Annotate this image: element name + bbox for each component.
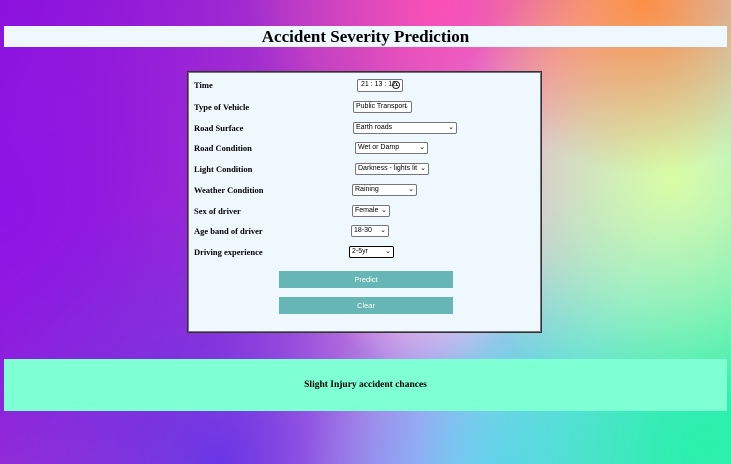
- driver-sex-label: Sex of driver: [194, 206, 241, 216]
- road-condition-label: Road Condition: [194, 143, 252, 153]
- road-surface-value: Earth roads: [356, 124, 393, 131]
- vehicle-type-label: Type of Vehicle: [194, 102, 250, 112]
- chevron-down-icon: ⌄: [381, 207, 387, 214]
- driver-age-band-label: Age band of driver: [194, 226, 263, 236]
- chevron-down-icon: ⌄: [448, 124, 454, 131]
- driver-sex-select[interactable]: Female ⌄: [352, 205, 390, 217]
- driver-age-band-value: 18-30: [354, 227, 372, 234]
- driver-sex-value: Female: [355, 207, 379, 214]
- vehicle-type-select[interactable]: Public Transport ⌄: [353, 101, 412, 113]
- time-value: 21 : 13 : 12: [361, 81, 397, 88]
- clock-icon[interactable]: [392, 81, 400, 89]
- clear-button[interactable]: Clear: [279, 297, 453, 314]
- page-title: Accident Severity Prediction: [4, 26, 727, 47]
- road-condition-select[interactable]: Wet or Damp ⌄: [355, 142, 428, 154]
- prediction-form: Time 21 : 13 : 12 Type of Vehicle Public…: [187, 71, 542, 333]
- chevron-down-icon: ⌄: [385, 248, 391, 255]
- driver-age-band-select[interactable]: 18-30 ⌄: [351, 225, 389, 237]
- driving-experience-value: 2-5yr: [352, 248, 368, 255]
- chevron-down-icon: ⌄: [408, 186, 414, 193]
- light-condition-label: Light Condition: [194, 164, 253, 174]
- chevron-down-icon: ⌄: [380, 227, 386, 234]
- chevron-down-icon: ⌄: [420, 165, 426, 172]
- road-surface-select[interactable]: Earth roads ⌄: [353, 122, 457, 134]
- weather-condition-value: Raining: [355, 186, 379, 193]
- prediction-result: Slight Injury accident chances: [4, 359, 727, 411]
- weather-condition-select[interactable]: Raining ⌄: [352, 184, 417, 196]
- chevron-down-icon: ⌄: [419, 144, 425, 151]
- road-condition-value: Wet or Damp: [358, 144, 400, 151]
- vehicle-type-value: Public Transport: [356, 103, 407, 110]
- time-label: Time: [194, 80, 213, 90]
- time-input[interactable]: 21 : 13 : 12: [357, 79, 403, 92]
- driving-experience-label: Driving experience: [194, 247, 263, 257]
- predict-button[interactable]: Predict: [279, 271, 453, 288]
- light-condition-value: Darkness - lights lit: [358, 165, 418, 172]
- light-condition-select[interactable]: Darkness - lights lit ⌄: [355, 163, 429, 175]
- weather-condition-label: Weather Condition: [194, 185, 264, 195]
- driving-experience-select[interactable]: 2-5yr ⌄: [349, 246, 394, 258]
- road-surface-label: Road Surface: [194, 123, 244, 133]
- chevron-down-icon: ⌄: [403, 103, 409, 110]
